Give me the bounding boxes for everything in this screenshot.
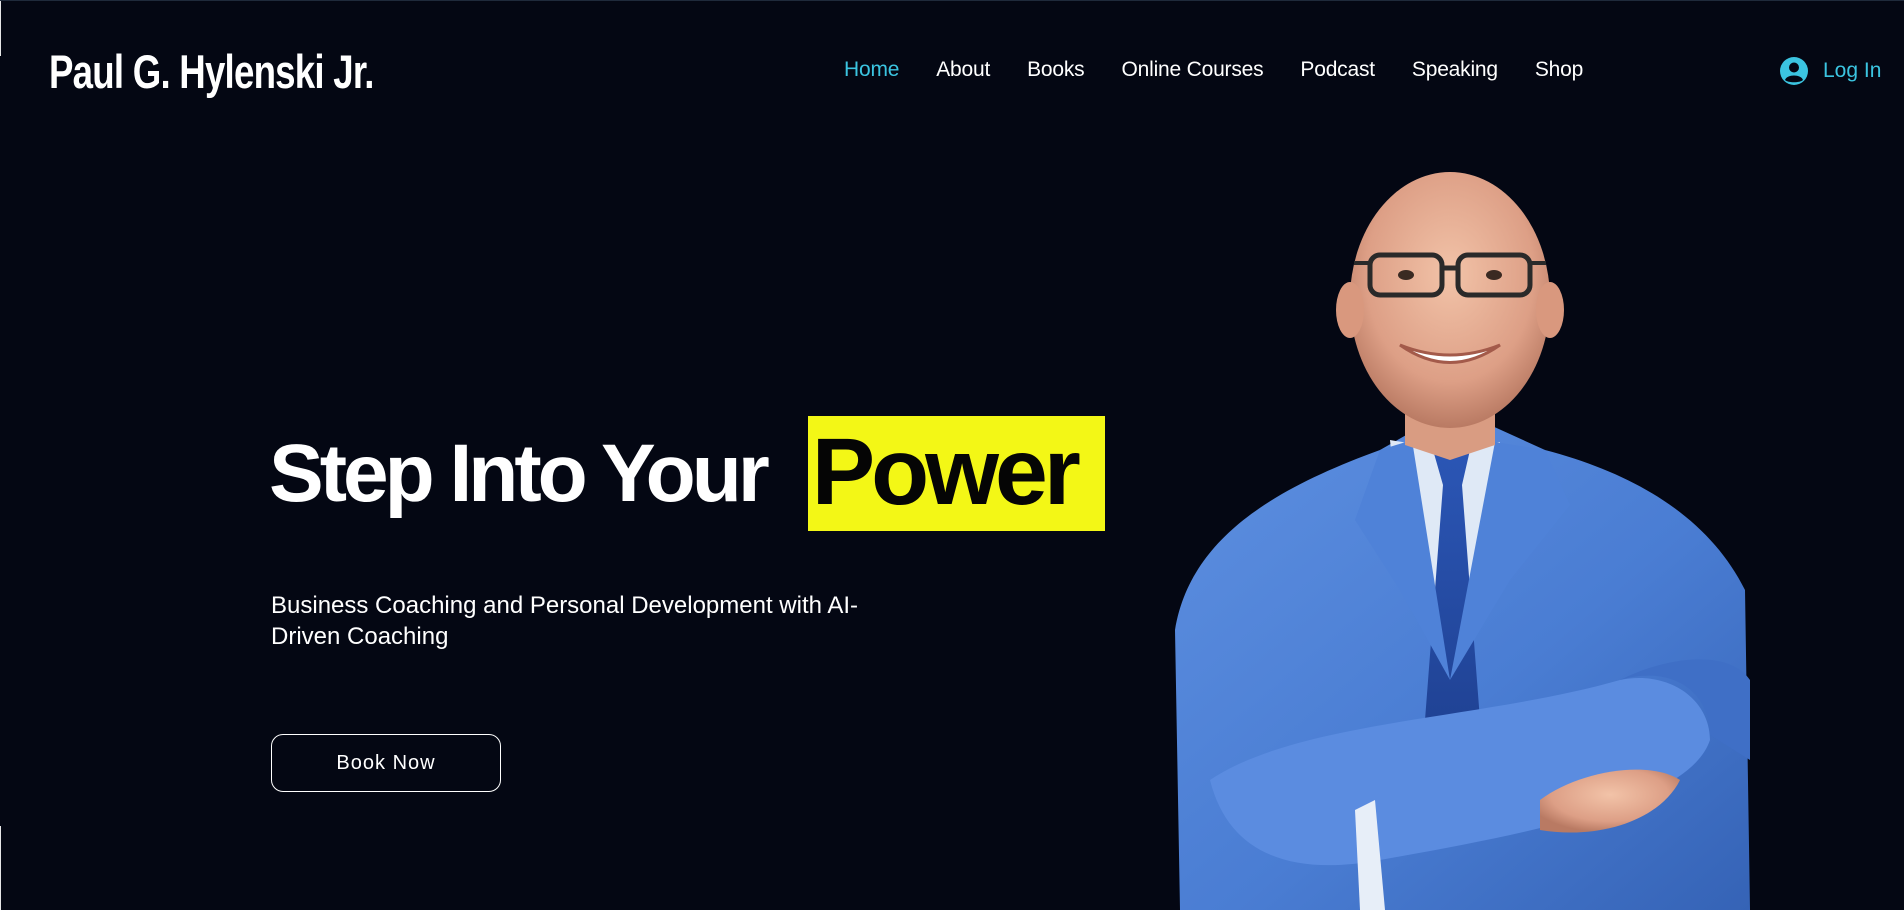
nav-item-about[interactable]: About [936, 58, 990, 82]
nav-item-online-courses[interactable]: Online Courses [1121, 58, 1263, 82]
nav-item-speaking[interactable]: Speaking [1412, 58, 1498, 82]
hero-subtitle: Business Coaching and Personal Developme… [271, 592, 858, 650]
book-now-button[interactable]: Book Now [271, 734, 501, 792]
nav-item-books[interactable]: Books [1027, 58, 1085, 82]
login-label: Log In [1823, 59, 1882, 82]
nav-item-home[interactable]: Home [844, 58, 899, 82]
hero-title: Step Into Your Power [269, 416, 1105, 531]
page-edge-gap [0, 56, 1, 826]
nav-item-podcast[interactable]: Podcast [1300, 58, 1375, 82]
hero-title-plain: Step Into Your [269, 427, 770, 519]
user-avatar-icon [1780, 57, 1808, 85]
hero-title-highlight: Power [807, 416, 1105, 531]
portrait-image [1175, 172, 1750, 910]
login-button[interactable]: Log In [1779, 56, 1881, 86]
site-logo[interactable]: Paul G. Hylenski Jr. [49, 44, 374, 99]
main-nav: Home About Books Online Courses Podcast … [844, 58, 1620, 82]
site-header: Paul G. Hylenski Jr. Home About Books On… [0, 0, 1904, 145]
nav-item-shop[interactable]: Shop [1535, 58, 1583, 82]
